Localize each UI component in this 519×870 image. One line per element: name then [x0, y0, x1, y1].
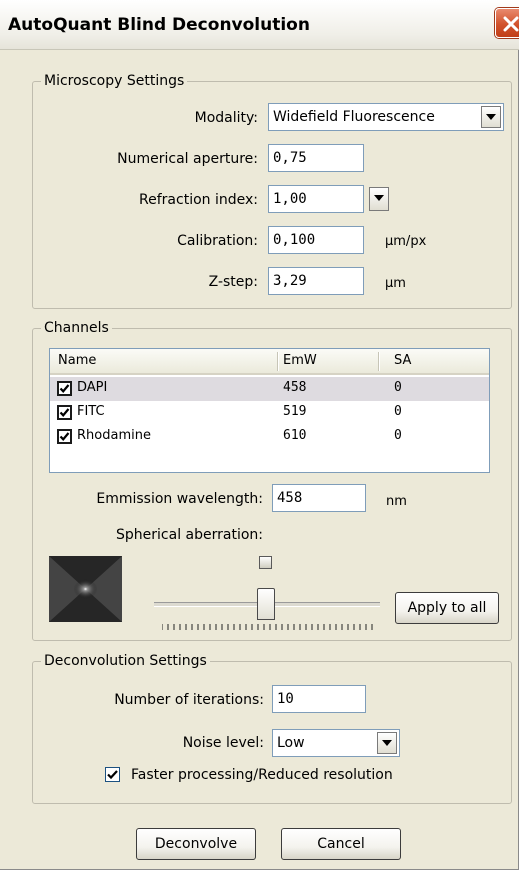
calibration-input[interactable]: 0,100 [268, 226, 364, 254]
faster-processing-label[interactable]: Faster processing/Reduced resolution [131, 766, 393, 784]
deconvolve-button[interactable]: Deconvolve [136, 828, 256, 860]
checkmark-icon [59, 384, 70, 393]
numerical-aperture-label: Numerical aperture: [117, 151, 258, 167]
channel-checkbox[interactable] [57, 429, 72, 444]
z-step-label: Z-step: [208, 274, 258, 290]
emission-wavelength-input[interactable]: 458 [272, 484, 366, 512]
table-row[interactable]: Rhodamine 610 0 [50, 425, 489, 449]
chevron-down-icon[interactable] [377, 732, 397, 754]
calibration-unit: µm/px [385, 234, 427, 249]
noise-level-select[interactable]: Low [272, 729, 400, 757]
iterations-label: Number of iterations: [114, 692, 264, 708]
channel-checkbox[interactable] [57, 405, 72, 420]
modality-label: Modality: [194, 110, 258, 126]
spherical-aberration-slider[interactable] [154, 588, 382, 636]
deconvolution-settings-legend: Deconvolution Settings [41, 652, 210, 670]
noise-level-value: Low [277, 735, 305, 751]
modality-select[interactable]: Widefield Fluorescence [268, 103, 504, 131]
channel-name: DAPI [77, 380, 108, 395]
channel-emw: 519 [283, 404, 307, 419]
channels-table-header: Name EmW SA [50, 349, 489, 375]
z-step-unit: µm [385, 276, 406, 291]
iterations-input[interactable]: 10 [272, 685, 366, 713]
calibration-label: Calibration: [177, 233, 258, 249]
column-header-emw[interactable]: EmW [283, 353, 317, 368]
checkmark-icon [107, 770, 118, 780]
channel-name: Rhodamine [77, 428, 151, 443]
column-separator [378, 352, 380, 371]
column-separator [277, 352, 279, 371]
apply-to-all-button[interactable]: Apply to all [395, 592, 499, 624]
close-icon [503, 16, 519, 32]
slider-ticks [162, 624, 373, 630]
channel-sa: 0 [394, 404, 402, 419]
table-row[interactable]: FITC 519 0 [50, 401, 489, 425]
channel-emw: 610 [283, 428, 307, 443]
faster-processing-checkbox[interactable] [105, 767, 120, 782]
checkmark-icon [59, 408, 70, 417]
emission-wavelength-unit: nm [386, 494, 407, 509]
slider-thumb[interactable] [257, 588, 275, 620]
microscopy-settings-legend: Microscopy Settings [41, 72, 188, 90]
channel-sa: 0 [394, 428, 402, 443]
refraction-index-label: Refraction index: [139, 192, 258, 208]
channel-sa: 0 [394, 380, 402, 395]
title-bar[interactable]: AutoQuant Blind Deconvolution [0, 0, 519, 50]
channel-emw: 458 [283, 380, 307, 395]
channels-legend: Channels [41, 319, 112, 337]
channel-checkbox[interactable] [57, 381, 72, 396]
channels-table: Name EmW SA DAPI 458 0 FITC 519 0 Rhodam… [49, 348, 490, 473]
noise-level-label: Noise level: [182, 735, 264, 751]
column-header-name[interactable]: Name [58, 353, 96, 368]
window-title: AutoQuant Blind Deconvolution [8, 15, 310, 35]
channel-name: FITC [77, 404, 105, 419]
column-header-sa[interactable]: SA [394, 353, 411, 368]
table-row[interactable]: DAPI 458 0 [50, 377, 489, 401]
modality-value: Widefield Fluorescence [273, 109, 435, 125]
emission-wavelength-label: Emmission wavelength: [96, 491, 263, 507]
spherical-aberration-label: Spherical aberration: [116, 527, 263, 543]
z-step-input[interactable]: 3,29 [268, 267, 364, 295]
refraction-index-input[interactable]: 1,00 [268, 185, 364, 213]
dialog-window: AutoQuant Blind Deconvolution Microscopy… [0, 0, 519, 870]
numerical-aperture-input[interactable]: 0,75 [268, 144, 364, 172]
cancel-button[interactable]: Cancel [281, 828, 401, 860]
refraction-index-dropdown-button[interactable] [369, 187, 389, 211]
psf-preview-image [49, 556, 122, 622]
spherical-value-indicator [259, 556, 272, 569]
checkmark-icon [59, 432, 70, 441]
chevron-down-icon[interactable] [481, 106, 501, 128]
close-button[interactable] [495, 8, 519, 38]
